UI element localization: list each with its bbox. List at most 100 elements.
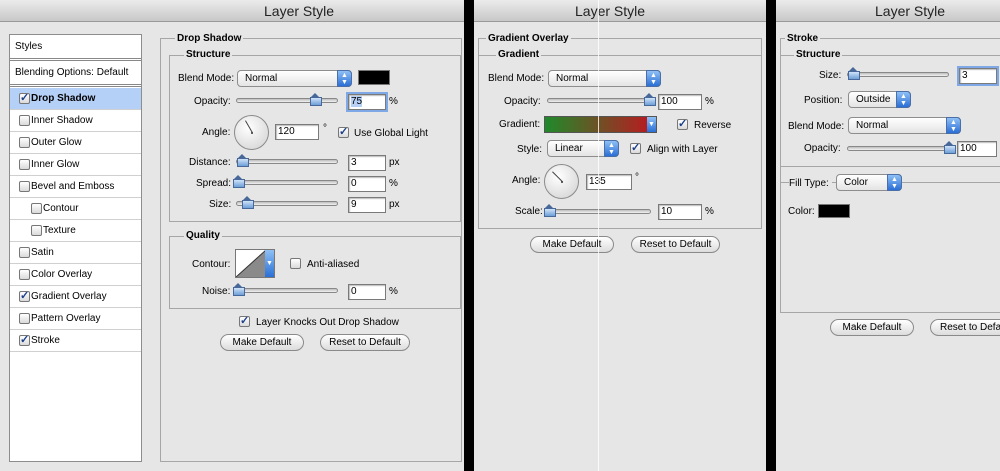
style-item[interactable]: Satin xyxy=(10,242,141,264)
angle-dial[interactable] xyxy=(544,164,579,199)
style-item-checkbox[interactable] xyxy=(19,115,30,126)
shadow-color-swatch[interactable] xyxy=(358,70,390,85)
position-label: Position: xyxy=(804,95,843,106)
style-item-checkbox[interactable] xyxy=(31,203,42,214)
opacity-slider-thumb[interactable] xyxy=(310,93,322,106)
style-item-checkbox[interactable] xyxy=(19,181,30,192)
angle-needle xyxy=(245,120,253,133)
style-item[interactable]: Contour xyxy=(10,198,141,220)
style-item[interactable]: Outer Glow xyxy=(10,132,141,154)
distance-slider[interactable] xyxy=(236,154,338,167)
angle-field[interactable]: 135 xyxy=(586,174,632,190)
structure-title: Structure xyxy=(184,49,233,60)
size-field[interactable]: 9 xyxy=(348,197,386,213)
make-default-button[interactable]: Make Default xyxy=(830,319,914,336)
size-slider[interactable] xyxy=(847,67,949,80)
noise-slider-thumb[interactable] xyxy=(233,283,245,296)
style-item-checkbox[interactable] xyxy=(19,137,30,148)
gradient-style-select[interactable]: Linear ▲ ▼ xyxy=(547,140,619,157)
style-item-checkbox[interactable] xyxy=(19,247,30,258)
title-bar[interactable]: Layer Style xyxy=(474,0,766,22)
gradient-dropdown-arrow[interactable]: ▼ xyxy=(647,117,656,132)
blending-options-item[interactable]: Blending Options: Default xyxy=(10,62,141,87)
angle-field[interactable]: 120 xyxy=(275,124,319,140)
spread-slider[interactable] xyxy=(233,175,338,188)
reset-to-default-button[interactable]: Reset to Default xyxy=(320,334,410,351)
position-select[interactable]: Outside ▲ ▼ xyxy=(848,91,911,108)
opacity-field[interactable]: 100 xyxy=(658,94,702,110)
style-item-checkbox[interactable] xyxy=(19,269,30,280)
noise-label: Noise: xyxy=(202,286,231,297)
style-item-checkbox[interactable] xyxy=(19,313,30,324)
size-slider-thumb[interactable] xyxy=(848,67,860,80)
scale-slider[interactable] xyxy=(544,204,651,217)
style-item[interactable]: Inner Shadow xyxy=(10,110,141,132)
style-item[interactable]: ✓ Gradient Overlay xyxy=(10,286,141,308)
title-bar[interactable]: Layer Style xyxy=(0,0,464,22)
anti-aliased-checkbox[interactable] xyxy=(290,258,301,269)
reverse-checkbox[interactable]: ✓ xyxy=(677,119,688,130)
opacity-slider[interactable] xyxy=(547,93,656,106)
chevron-updown-icon: ▲ ▼ xyxy=(604,140,619,157)
size-slider-thumb[interactable] xyxy=(242,196,254,209)
drop-shadow-title: Drop Shadow xyxy=(175,33,244,44)
size-label: Size: xyxy=(819,70,842,81)
style-item[interactable]: Bevel and Emboss xyxy=(10,176,141,198)
opacity-slider[interactable] xyxy=(236,93,338,106)
style-item-checkbox[interactable] xyxy=(31,225,42,236)
blend-mode-select[interactable]: Normal ▲ ▼ xyxy=(548,70,661,87)
distance-field[interactable]: 3 xyxy=(348,155,386,171)
gradient-section-title: Gradient xyxy=(496,49,542,60)
reset-to-default-button[interactable]: Reset to Default xyxy=(631,236,720,253)
contour-dropdown-arrow[interactable]: ▼ xyxy=(265,250,274,277)
style-item-label: Texture xyxy=(43,225,76,236)
degree-symbol: ° xyxy=(323,123,327,134)
stroke-color-swatch[interactable] xyxy=(818,204,850,218)
make-default-button[interactable]: Make Default xyxy=(530,236,614,253)
angle-dial[interactable] xyxy=(234,115,269,150)
opacity-field[interactable]: 75 xyxy=(346,92,388,112)
blend-mode-select[interactable]: Normal ▲ ▼ xyxy=(848,117,961,134)
distance-slider-thumb[interactable] xyxy=(237,154,249,167)
use-global-light-checkbox[interactable]: ✓ xyxy=(338,127,349,138)
style-item-checkbox[interactable]: ✓ xyxy=(19,93,30,104)
color-label: Color: xyxy=(788,206,815,217)
style-item-label: Pattern Overlay xyxy=(31,313,101,324)
size-field[interactable]: 3 xyxy=(957,66,999,86)
knocks-out-checkbox[interactable]: ✓ xyxy=(239,316,250,327)
scale-slider-thumb[interactable] xyxy=(544,204,556,217)
reset-to-default-button[interactable]: Reset to Defau xyxy=(930,319,1000,336)
noise-slider[interactable] xyxy=(233,283,338,296)
style-item-checkbox[interactable]: ✓ xyxy=(19,335,30,346)
styles-header[interactable]: Styles xyxy=(10,35,141,61)
align-with-layer-checkbox[interactable]: ✓ xyxy=(630,143,641,154)
style-item[interactable]: ✓ Stroke xyxy=(10,330,141,352)
style-item-label: Inner Glow xyxy=(31,159,80,170)
opacity-slider-thumb[interactable] xyxy=(644,93,656,106)
spread-slider-thumb[interactable] xyxy=(233,175,245,188)
contour-label: Contour: xyxy=(192,259,231,270)
spread-field[interactable]: 0 xyxy=(348,176,386,192)
style-item[interactable]: Color Overlay xyxy=(10,264,141,286)
fill-type-label: Fill Type: xyxy=(789,178,832,189)
opacity-slider-thumb[interactable] xyxy=(944,141,956,154)
style-item[interactable]: Texture xyxy=(10,220,141,242)
fill-type-select[interactable]: Color ▲ ▼ xyxy=(836,174,902,191)
blend-mode-label: Blend Mode: xyxy=(788,121,845,132)
make-default-button[interactable]: Make Default xyxy=(220,334,304,351)
noise-field[interactable]: 0 xyxy=(348,284,386,300)
style-item-checkbox[interactable]: ✓ xyxy=(19,291,30,302)
contour-picker[interactable]: ▼ xyxy=(235,249,275,278)
size-slider[interactable] xyxy=(236,196,338,209)
blend-mode-select[interactable]: Normal ▲ ▼ xyxy=(237,70,352,87)
style-item[interactable]: ✓ Drop Shadow xyxy=(10,88,141,110)
opacity-field[interactable]: 100 xyxy=(957,141,997,157)
chevron-updown-icon: ▲ ▼ xyxy=(887,174,902,191)
style-item-checkbox[interactable] xyxy=(19,159,30,170)
gradient-picker[interactable]: ▼ xyxy=(544,116,657,133)
scale-field[interactable]: 10 xyxy=(658,204,702,220)
style-item[interactable]: Inner Glow xyxy=(10,154,141,176)
opacity-slider[interactable] xyxy=(847,141,956,154)
title-bar[interactable]: Layer Style xyxy=(776,0,1000,22)
style-item[interactable]: Pattern Overlay xyxy=(10,308,141,330)
